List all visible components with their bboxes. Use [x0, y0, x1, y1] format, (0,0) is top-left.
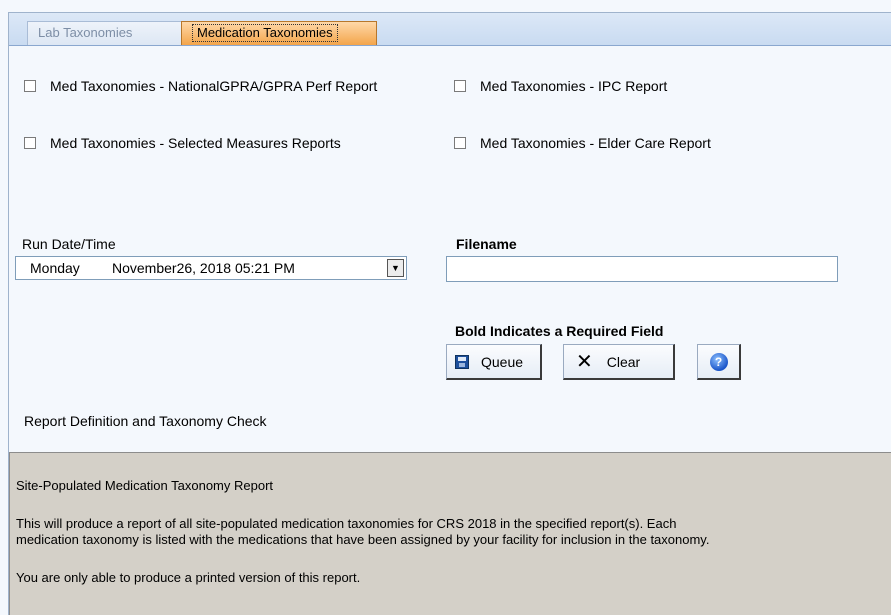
checkbox-box[interactable]	[24, 80, 36, 92]
checkbox-selected-measures-label: Med Taxonomies - Selected Measures Repor…	[50, 135, 341, 151]
checkbox-ipc[interactable]: Med Taxonomies - IPC Report	[454, 77, 667, 95]
report-definition-label: Report Definition and Taxonomy Check	[24, 413, 267, 429]
checkbox-national-gpra[interactable]: Med Taxonomies - NationalGPRA/GPRA Perf …	[24, 77, 377, 95]
checkbox-national-gpra-label: Med Taxonomies - NationalGPRA/GPRA Perf …	[50, 78, 378, 94]
chevron-down-icon[interactable]: ▼	[387, 259, 404, 277]
tab-lab-taxonomies-label: Lab Taxonomies	[38, 25, 133, 40]
required-field-note: Bold Indicates a Required Field	[455, 323, 664, 339]
tab-strip: Lab Taxonomies Medication Taxonomies	[9, 13, 891, 46]
run-date-picker[interactable]: Monday November26, 2018 05:21 PM ▼	[15, 256, 407, 280]
description-line-2: medication taxonomy is listed with the m…	[16, 532, 710, 547]
tab-medication-taxonomies[interactable]: Medication Taxonomies	[181, 21, 377, 45]
help-button[interactable]: ?	[697, 344, 741, 380]
queue-button[interactable]: Queue	[446, 344, 542, 380]
checkbox-ipc-label: Med Taxonomies - IPC Report	[480, 78, 668, 94]
run-date-day: Monday	[30, 260, 80, 276]
tab-medication-taxonomies-label: Medication Taxonomies	[192, 24, 338, 42]
close-icon: ✕	[576, 350, 593, 373]
filename-label: Filename	[456, 236, 517, 252]
checkbox-elder-care-label: Med Taxonomies - Elder Care Report	[480, 135, 711, 151]
checkbox-box[interactable]	[454, 80, 466, 92]
run-date-label: Run Date/Time	[22, 236, 116, 252]
clear-button[interactable]: ✕ Clear	[563, 344, 675, 380]
checkbox-selected-measures[interactable]: Med Taxonomies - Selected Measures Repor…	[24, 134, 341, 152]
clear-button-label: Clear	[606, 353, 641, 370]
floppy-disk-icon	[455, 354, 469, 369]
report-description-panel: Site-Populated Medication Taxonomy Repor…	[9, 452, 891, 615]
filename-input[interactable]	[446, 256, 838, 282]
checkbox-box[interactable]	[454, 137, 466, 149]
description-title: Site-Populated Medication Taxonomy Repor…	[16, 478, 274, 493]
tab-lab-taxonomies[interactable]: Lab Taxonomies	[27, 21, 187, 45]
checkbox-elder-care[interactable]: Med Taxonomies - Elder Care Report	[454, 134, 711, 152]
help-icon: ?	[709, 352, 728, 371]
description-line-1: This will produce a report of all site-p…	[16, 516, 677, 531]
description-line-3: You are only able to produce a printed v…	[16, 570, 361, 585]
checkbox-box[interactable]	[24, 137, 36, 149]
run-date-datetime: November26, 2018 05:21 PM	[112, 260, 295, 276]
queue-button-label: Queue	[481, 353, 524, 370]
